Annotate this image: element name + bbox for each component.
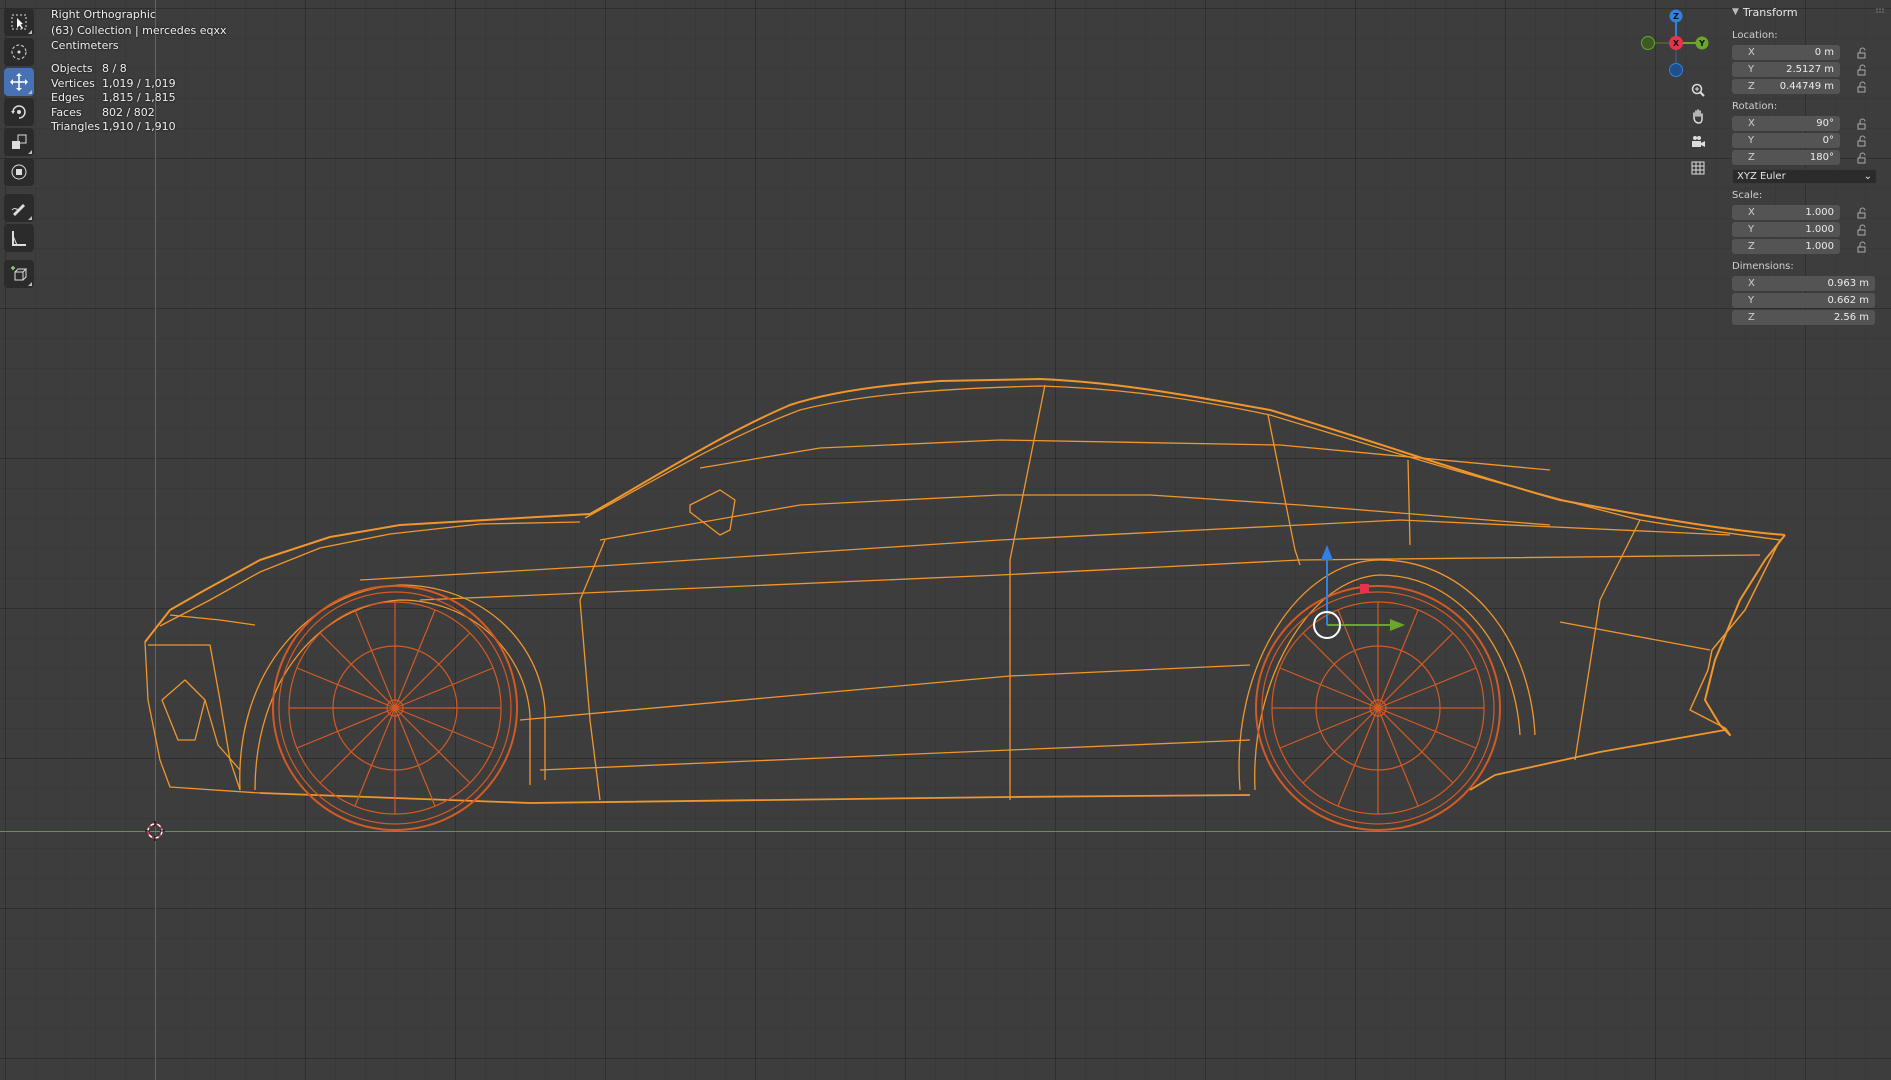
transform-title: Transform bbox=[1742, 5, 1798, 19]
annotate-tool[interactable] bbox=[4, 194, 34, 222]
rotation-mode-dropdown[interactable]: XYZ Euler ⌄ bbox=[1732, 169, 1877, 184]
transform-panel: ▼ Transform Location: X0 m Y 2.5127 m Z 0.… bbox=[1724, 0, 1891, 335]
dimensions-z-field[interactable]: Z 2.56 m bbox=[1732, 310, 1875, 325]
lock-icon[interactable] bbox=[1856, 135, 1868, 147]
cursor-icon bbox=[11, 44, 27, 60]
lock-icon[interactable] bbox=[1856, 241, 1868, 253]
rotation-x-field[interactable]: X 90° bbox=[1732, 116, 1840, 131]
stats-row-vertices: Vertices 1,019 / 1,019 bbox=[51, 76, 176, 90]
tool-shelf bbox=[4, 8, 36, 290]
scale-label: Scale: bbox=[1732, 190, 1763, 201]
gizmo-y-label: Y bbox=[1698, 39, 1705, 48]
hand-icon bbox=[1693, 109, 1703, 124]
move-icon bbox=[10, 73, 28, 91]
scale-y-field[interactable]: Y 1.000 bbox=[1732, 222, 1840, 237]
viewport-info: Right Orthographic (63) Collection | mer… bbox=[51, 7, 227, 54]
camera-view-button[interactable] bbox=[1686, 130, 1710, 154]
location-z-field[interactable]: Z 0.44749 m bbox=[1732, 79, 1840, 94]
measure-icon bbox=[12, 231, 26, 246]
lock-icon[interactable] bbox=[1856, 118, 1868, 130]
chevron-down-icon: ▼ bbox=[1732, 7, 1739, 17]
car-wireframe[interactable] bbox=[0, 0, 1891, 1080]
scale-icon bbox=[12, 134, 27, 149]
transform-icon bbox=[11, 164, 27, 180]
front-wheel bbox=[272, 585, 518, 831]
scale-z-field[interactable]: Z 1.000 bbox=[1732, 239, 1840, 254]
lock-icon[interactable] bbox=[1856, 152, 1868, 164]
location-y-field[interactable]: Y 2.5127 m bbox=[1732, 62, 1840, 77]
location-label: Location: bbox=[1732, 30, 1778, 41]
ortho-toggle-button[interactable] bbox=[1686, 156, 1710, 180]
lock-icon[interactable] bbox=[1856, 224, 1868, 236]
move-tool[interactable] bbox=[4, 68, 34, 96]
rotation-y-field[interactable]: Y 0° bbox=[1732, 133, 1840, 148]
select-box-icon bbox=[11, 14, 27, 30]
transform-panel-header[interactable]: ▼ Transform bbox=[1724, 0, 1891, 24]
lock-icon[interactable] bbox=[1856, 64, 1868, 76]
camera-icon bbox=[1692, 136, 1705, 147]
scale-x-field[interactable]: X 1.000 bbox=[1732, 205, 1840, 220]
transform-tool[interactable] bbox=[4, 158, 34, 186]
pan-button[interactable] bbox=[1686, 104, 1710, 128]
stats-row-edges: Edges 1,815 / 1,815 bbox=[51, 91, 176, 105]
units-label: Centimeters bbox=[51, 39, 119, 52]
dimensions-label: Dimensions: bbox=[1732, 261, 1794, 272]
stats-row-objects: Objects 8 / 8 bbox=[51, 62, 127, 75]
rotate-tool[interactable] bbox=[4, 98, 34, 126]
lock-icon[interactable] bbox=[1856, 47, 1868, 59]
chevron-down-icon: ⌄ bbox=[1863, 171, 1872, 182]
gizmo-z-label: Z bbox=[1673, 12, 1679, 21]
stats-row-triangles: Triangles 1,910 / 1,910 bbox=[51, 120, 176, 134]
cursor-tool[interactable] bbox=[4, 38, 34, 66]
select-box-tool[interactable] bbox=[4, 8, 34, 36]
drag-handle-icon[interactable] bbox=[1875, 8, 1885, 14]
rear-wheel bbox=[1255, 585, 1501, 831]
rotation-label: Rotation: bbox=[1732, 101, 1778, 112]
stats-row-faces: Faces 802 / 802 bbox=[51, 105, 155, 119]
dimensions-x-field[interactable]: X 0.963 m bbox=[1732, 276, 1875, 291]
add-cube-icon bbox=[11, 266, 28, 281]
3d-cursor-icon[interactable] bbox=[145, 821, 165, 841]
scale-tool[interactable] bbox=[4, 128, 34, 156]
add-cube-tool[interactable] bbox=[4, 260, 34, 288]
location-x-field[interactable]: X0 m bbox=[1732, 45, 1840, 60]
dimensions-y-field[interactable]: Y 0.662 m bbox=[1732, 293, 1875, 308]
grid-icon bbox=[1691, 161, 1705, 175]
scene-statistics: Objects 8 / 8 Vertices 1,019 / 1,019 Edges… bbox=[51, 62, 176, 135]
collection-line: (63) Collection | mercedes eqxx bbox=[51, 23, 227, 37]
gizmo-x-label: X bbox=[1673, 39, 1680, 48]
zoom-icon bbox=[1691, 83, 1705, 97]
zoom-button[interactable] bbox=[1686, 78, 1710, 102]
annotate-icon bbox=[11, 204, 25, 216]
measure-tool[interactable] bbox=[4, 224, 34, 252]
lock-icon[interactable] bbox=[1856, 81, 1868, 93]
navigation-gizmo[interactable]: Z Y X bbox=[1636, 8, 1716, 80]
view-name: Right Orthographic bbox=[51, 8, 156, 21]
rotate-icon bbox=[11, 105, 26, 119]
rotation-z-field[interactable]: Z 180° bbox=[1732, 150, 1840, 165]
lock-icon[interactable] bbox=[1856, 207, 1868, 219]
